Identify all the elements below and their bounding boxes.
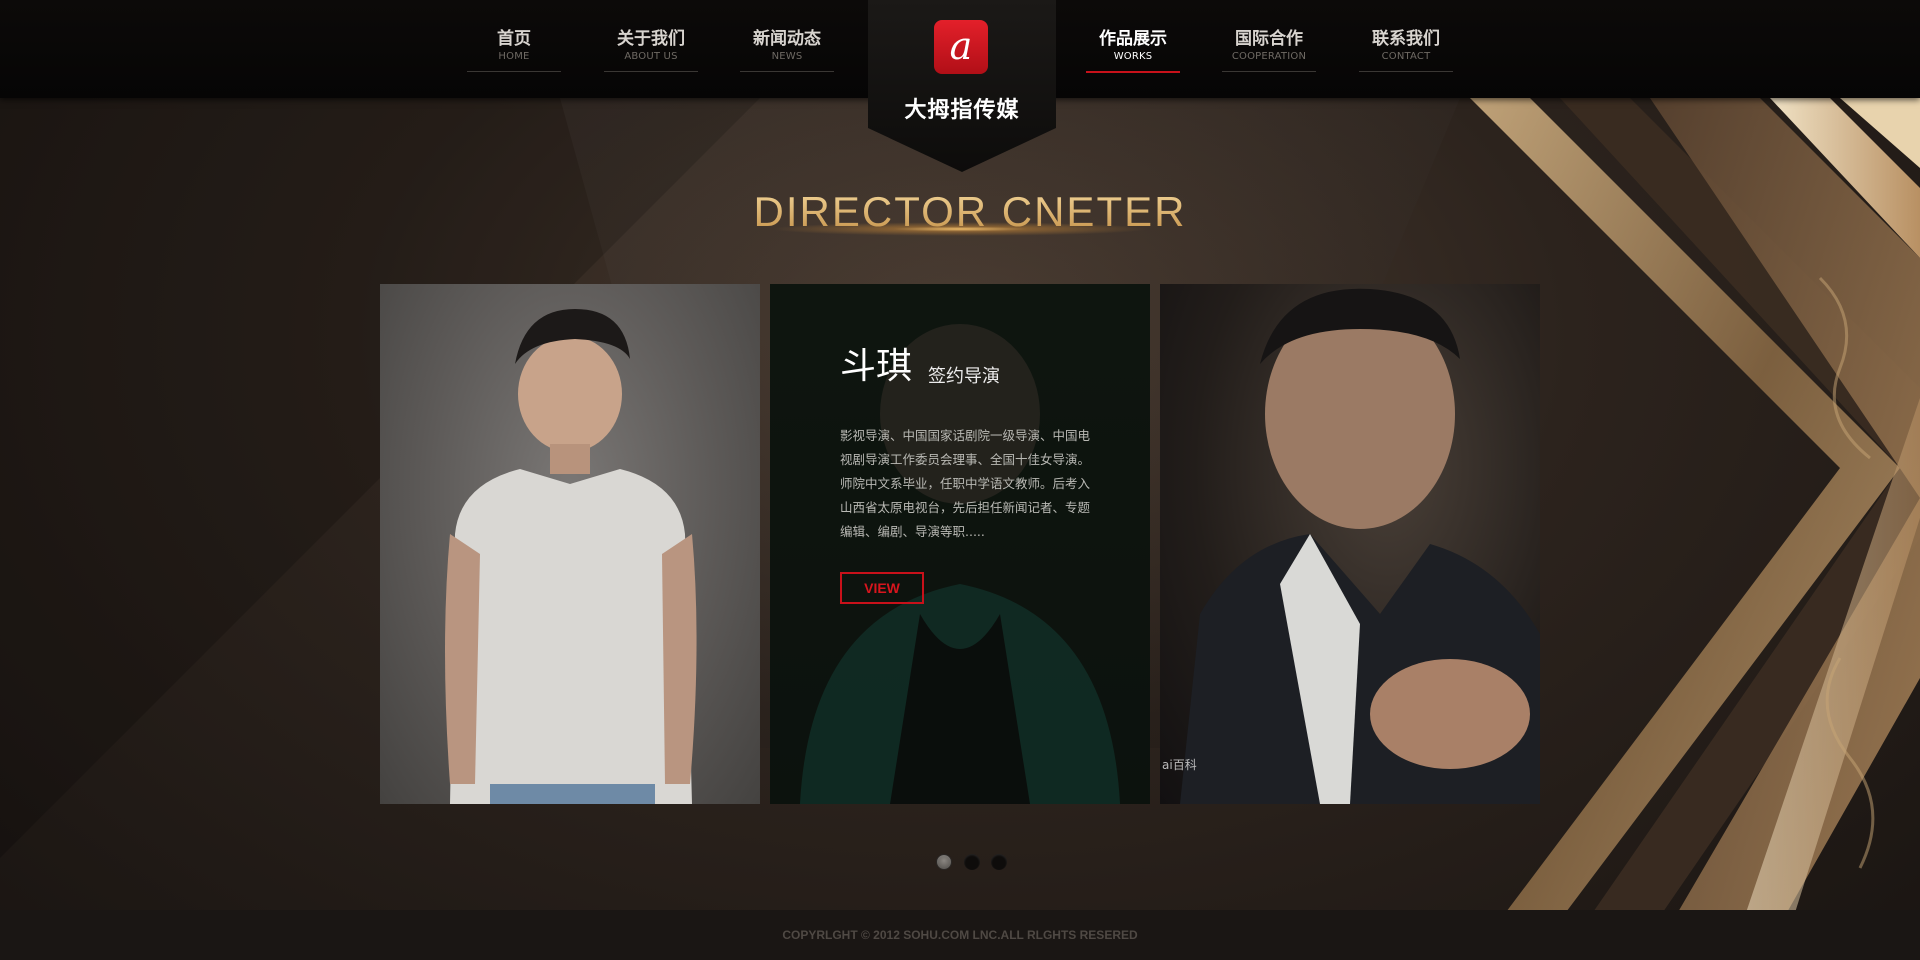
nav-label: 关于我们 — [617, 29, 685, 49]
nav-sublabel: CONTACT — [1381, 51, 1431, 62]
director-photo — [445, 309, 697, 804]
director-description: 影视导演、中国国家话剧院一级导演、中国电视剧导演工作委员会理事、全国十佳女导演。… — [840, 428, 1091, 539]
nav-underline — [467, 71, 561, 72]
nav-item-home[interactable]: 首页 HOME — [467, 28, 561, 72]
section-title: DIRECTOR CNETER — [740, 188, 1200, 236]
pager-dot-2[interactable] — [964, 854, 980, 870]
nav-sublabel: COOPERATION — [1231, 51, 1307, 62]
pager-dot-1[interactable] — [936, 854, 952, 870]
director-card-2[interactable]: 斗琪 签约导演 影视导演、中国国家话剧院一级导演、中国电视剧导演工作委员会理事、… — [770, 284, 1150, 804]
nav-label: 作品展示 — [1099, 29, 1167, 49]
nav-item-news[interactable]: 新闻动态 NEWS — [740, 28, 834, 72]
nav-sublabel: HOME — [498, 51, 530, 62]
nav-underline — [740, 71, 834, 72]
nav-underline — [1222, 71, 1316, 72]
nav-item-works[interactable]: 作品展示 WORKS — [1086, 28, 1180, 73]
nav-sublabel: ABOUT US — [624, 51, 678, 62]
nav-label: 联系我们 — [1372, 29, 1440, 49]
director-photo — [1180, 288, 1540, 804]
view-button[interactable]: VIEW — [840, 572, 924, 604]
brand-name: 大拇指传媒 — [904, 98, 1020, 123]
nav-item-contact[interactable]: 联系我们 CONTACT — [1359, 28, 1453, 72]
nav-underline — [1359, 71, 1453, 72]
nav-item-about-us[interactable]: 关于我们 ABOUT US — [604, 28, 698, 72]
nav-item-cooperation[interactable]: 国际合作 COOPERATION — [1222, 28, 1316, 72]
carousel-pager — [936, 854, 1016, 870]
director-role: 签约导演 — [928, 366, 1000, 387]
nav-sublabel: NEWS — [771, 51, 803, 62]
director-name: 斗琪 — [840, 346, 913, 387]
footer-copyright: COPYRLGHT © 2012 SOHU.COM LNC.ALL RLGHTS… — [0, 910, 1920, 960]
logo-glyph: a — [949, 24, 973, 68]
nav-label: 国际合作 — [1235, 29, 1303, 49]
nav-label: 新闻动态 — [753, 29, 821, 49]
director-card-1[interactable] — [380, 284, 760, 804]
director-card-3[interactable]: ai百科 — [1160, 284, 1540, 804]
pager-dot-3[interactable] — [991, 854, 1007, 870]
logo-icon: a — [934, 20, 988, 74]
watermark-text: ai百科 — [1162, 758, 1197, 772]
nav-label: 首页 — [497, 29, 531, 49]
nav-underline — [604, 71, 698, 72]
nav-underline-active — [1086, 71, 1180, 73]
nav-sublabel: WORKS — [1113, 51, 1153, 62]
